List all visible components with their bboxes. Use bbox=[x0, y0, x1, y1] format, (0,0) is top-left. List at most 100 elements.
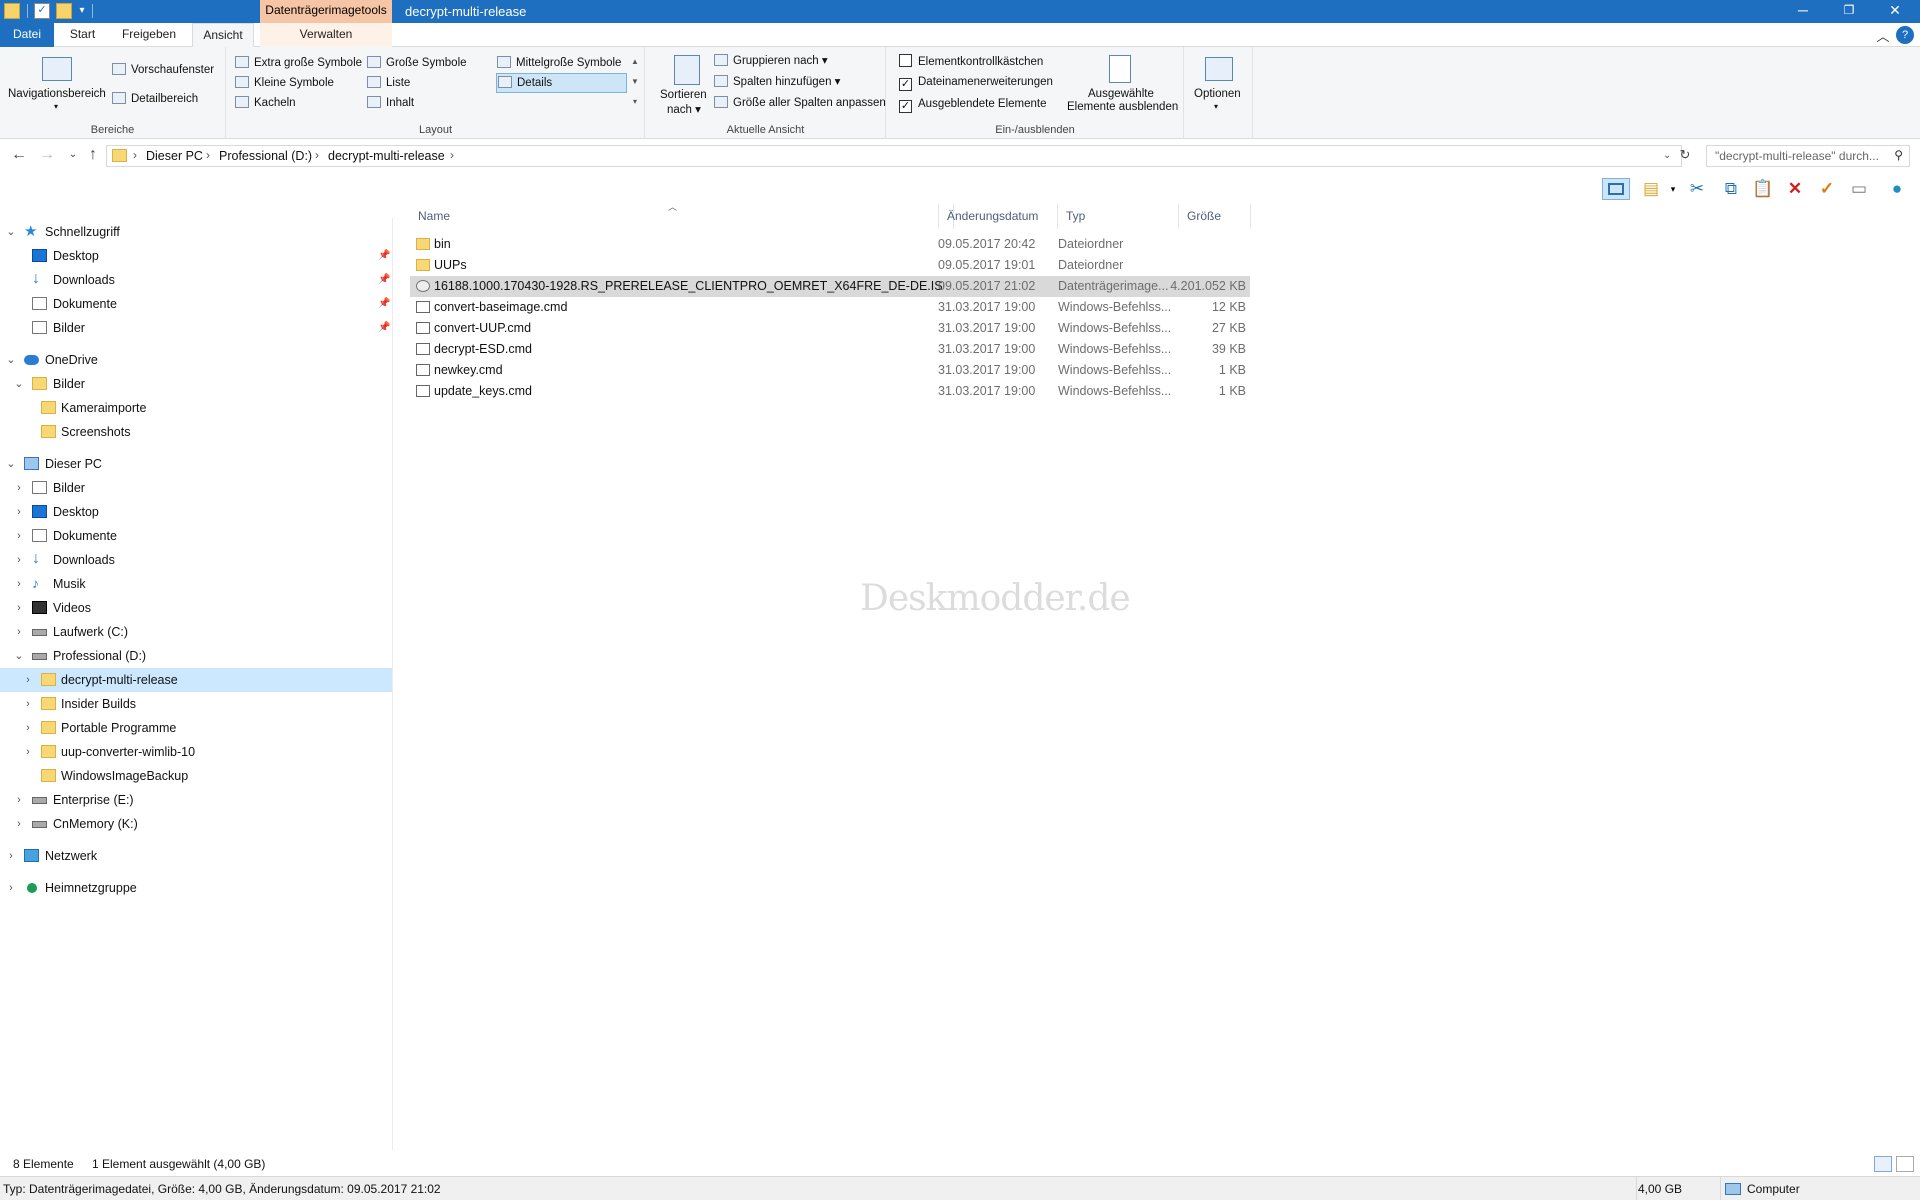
nav-insider-builds[interactable]: › Insider Builds bbox=[0, 692, 392, 716]
layout-list[interactable]: Liste bbox=[367, 76, 410, 89]
layout-large-icons[interactable]: Große Symbole bbox=[367, 56, 467, 69]
preview-pane-button[interactable]: Vorschaufenster bbox=[112, 63, 214, 76]
nav-drive-e[interactable]: › Enterprise (E:) bbox=[0, 788, 392, 812]
breadcrumb-separator[interactable]: › bbox=[315, 148, 319, 162]
chevron-right-icon[interactable]: › bbox=[12, 788, 26, 812]
chevron-right-icon[interactable]: › bbox=[12, 596, 26, 620]
maximize-button[interactable]: ❐ bbox=[1826, 0, 1872, 23]
checkbox-checked[interactable]: ✓ bbox=[899, 78, 912, 91]
nav-pc-downloads[interactable]: › ↓ Downloads bbox=[0, 548, 392, 572]
close-button[interactable]: ✕ bbox=[1872, 0, 1918, 23]
tab-file[interactable]: Datei bbox=[0, 23, 54, 47]
nav-pc-pictures[interactable]: › Bilder bbox=[0, 476, 392, 500]
nav-network[interactable]: › Netzwerk bbox=[0, 844, 392, 868]
confirm-icon[interactable]: ✓ bbox=[1816, 178, 1838, 200]
pin-icon[interactable]: 📌 bbox=[378, 316, 390, 340]
chevron-right-icon[interactable]: › bbox=[12, 548, 26, 572]
nav-pc-documents[interactable]: › Dokumente bbox=[0, 524, 392, 548]
pin-icon[interactable]: 📌 bbox=[378, 292, 390, 316]
nav-pc-music[interactable]: › ♪ Musik bbox=[0, 572, 392, 596]
navigation-pane-button[interactable]: Navigationsbereich bbox=[8, 88, 106, 100]
table-row[interactable]: UUPs 09.05.2017 19:01 Dateiordner bbox=[410, 255, 1250, 276]
tab-start[interactable]: Start bbox=[60, 23, 105, 47]
options-button[interactable]: Optionen bbox=[1194, 88, 1241, 100]
breadcrumb-this-pc[interactable]: Dieser PC bbox=[146, 149, 203, 163]
layout-small-icons[interactable]: Kleine Symbole bbox=[235, 76, 334, 89]
column-header-type[interactable]: Typ bbox=[1058, 204, 1179, 229]
collapse-ribbon-icon[interactable]: ︿ bbox=[1874, 26, 1892, 44]
chevron-right-icon[interactable]: › bbox=[4, 844, 18, 868]
breadcrumb-separator[interactable]: › bbox=[206, 148, 210, 162]
nav-qa-documents[interactable]: Dokumente 📌 bbox=[0, 292, 392, 316]
breadcrumb-drive-d[interactable]: Professional (D:) bbox=[219, 149, 312, 163]
chevron-right-icon[interactable]: › bbox=[12, 524, 26, 548]
nav-this-pc[interactable]: ⌄ Dieser PC bbox=[0, 452, 392, 476]
paste-icon[interactable]: 📋 bbox=[1752, 178, 1774, 200]
table-row[interactable]: 16188.1000.170430-1928.RS_PRERELEASE_CLI… bbox=[410, 276, 1250, 297]
scroll-up-icon[interactable]: ▲ bbox=[629, 57, 641, 66]
nav-drive-c[interactable]: › Laufwerk (C:) bbox=[0, 620, 392, 644]
recent-locations-icon[interactable]: ⌄ bbox=[62, 146, 84, 166]
chevron-down-icon[interactable]: ⌄ bbox=[4, 348, 18, 372]
chevron-right-icon[interactable]: › bbox=[21, 716, 35, 740]
search-input[interactable]: "decrypt-multi-release" durch... ⚲ bbox=[1706, 145, 1910, 167]
checkbox-checked[interactable]: ✓ bbox=[899, 100, 912, 113]
nav-uup-converter[interactable]: › uup-converter-wimlib-10 bbox=[0, 740, 392, 764]
large-icons-view-toggle[interactable] bbox=[1896, 1156, 1914, 1172]
column-header-name[interactable]: Name bbox=[410, 204, 954, 229]
table-row[interactable]: decrypt-ESD.cmd 31.03.2017 19:00 Windows… bbox=[410, 339, 1250, 360]
hide-selected-button[interactable]: Elemente ausblenden bbox=[1067, 101, 1178, 113]
breadcrumb-current-folder[interactable]: decrypt-multi-release bbox=[328, 149, 445, 163]
add-columns-button[interactable]: Spalten hinzufügen ▾ bbox=[714, 74, 840, 88]
new-folder-icon[interactable]: ▤ bbox=[1640, 178, 1662, 200]
chevron-down-icon[interactable]: ▾ bbox=[1214, 102, 1218, 111]
table-row[interactable]: update_keys.cmd 31.03.2017 19:00 Windows… bbox=[410, 381, 1250, 402]
column-header-date[interactable]: Änderungsdatum bbox=[938, 204, 1058, 229]
delete-icon[interactable]: ✕ bbox=[1784, 178, 1806, 200]
chevron-down-icon[interactable]: ⌄ bbox=[4, 452, 18, 476]
sort-button-line2[interactable]: nach ▾ bbox=[667, 102, 701, 116]
tab-manage[interactable]: Verwalten bbox=[260, 23, 392, 47]
tab-view[interactable]: Ansicht bbox=[192, 23, 254, 48]
properties-icon[interactable]: ✓ bbox=[34, 3, 50, 19]
nav-decrypt-multi-release[interactable]: › decrypt-multi-release bbox=[0, 668, 392, 692]
nav-homegroup[interactable]: › Heimnetzgruppe bbox=[0, 876, 392, 900]
chevron-down-icon[interactable]: ▾ bbox=[1662, 178, 1684, 200]
nav-qa-pictures[interactable]: Bilder 📌 bbox=[0, 316, 392, 340]
file-extensions-toggle[interactable]: ✓ Dateinamenerweiterungen bbox=[899, 76, 1053, 91]
layout-tiles[interactable]: Kacheln bbox=[235, 96, 296, 109]
checkbox-unchecked[interactable] bbox=[899, 54, 912, 67]
chevron-right-icon[interactable]: › bbox=[21, 692, 35, 716]
rename-icon[interactable]: ▭ bbox=[1848, 178, 1870, 200]
new-folder-icon[interactable] bbox=[56, 3, 72, 19]
copy-icon[interactable]: ⧉ bbox=[1720, 178, 1742, 200]
chevron-right-icon[interactable]: › bbox=[4, 876, 18, 900]
nav-qa-downloads[interactable]: ↓ Downloads 📌 bbox=[0, 268, 392, 292]
nav-pc-desktop[interactable]: › Desktop bbox=[0, 500, 392, 524]
chevron-right-icon[interactable]: › bbox=[21, 668, 35, 692]
column-header-size[interactable]: Größe bbox=[1179, 204, 1251, 229]
back-button[interactable]: ← bbox=[8, 146, 30, 166]
up-button[interactable]: ↑ bbox=[82, 146, 104, 166]
pin-icon[interactable]: 📌 bbox=[378, 244, 390, 268]
nav-drive-k[interactable]: › CnMemory (K:) bbox=[0, 812, 392, 836]
nav-portable-programs[interactable]: › Portable Programme bbox=[0, 716, 392, 740]
chevron-down-icon[interactable]: ⌄ bbox=[12, 644, 26, 668]
refresh-icon[interactable]: ↻ bbox=[1674, 146, 1696, 166]
breadcrumb-separator[interactable]: › bbox=[450, 148, 454, 162]
nav-drive-d[interactable]: ⌄ Professional (D:) bbox=[0, 644, 392, 668]
table-row[interactable]: newkey.cmd 31.03.2017 19:00 Windows-Befe… bbox=[410, 360, 1250, 381]
layout-medium-icons[interactable]: Mittelgroße Symbole bbox=[497, 56, 621, 69]
details-view-toggle[interactable] bbox=[1874, 1156, 1892, 1172]
nav-quick-access[interactable]: ⌄ ★ Schnellzugriff bbox=[0, 220, 392, 244]
help-icon[interactable]: ? bbox=[1896, 26, 1914, 44]
table-row[interactable]: convert-baseimage.cmd 31.03.2017 19:00 W… bbox=[410, 297, 1250, 318]
layout-content[interactable]: Inhalt bbox=[367, 96, 414, 109]
nav-windows-image-backup[interactable]: WindowsImageBackup bbox=[0, 764, 392, 788]
nav-onedrive-pictures[interactable]: ⌄ Bilder bbox=[0, 372, 392, 396]
chevron-right-icon[interactable]: › bbox=[12, 812, 26, 836]
chevron-down-icon[interactable]: ⌄ bbox=[4, 220, 18, 244]
chevron-right-icon[interactable]: › bbox=[12, 572, 26, 596]
chevron-right-icon[interactable]: › bbox=[12, 620, 26, 644]
cut-icon[interactable]: ✂ bbox=[1686, 178, 1708, 200]
